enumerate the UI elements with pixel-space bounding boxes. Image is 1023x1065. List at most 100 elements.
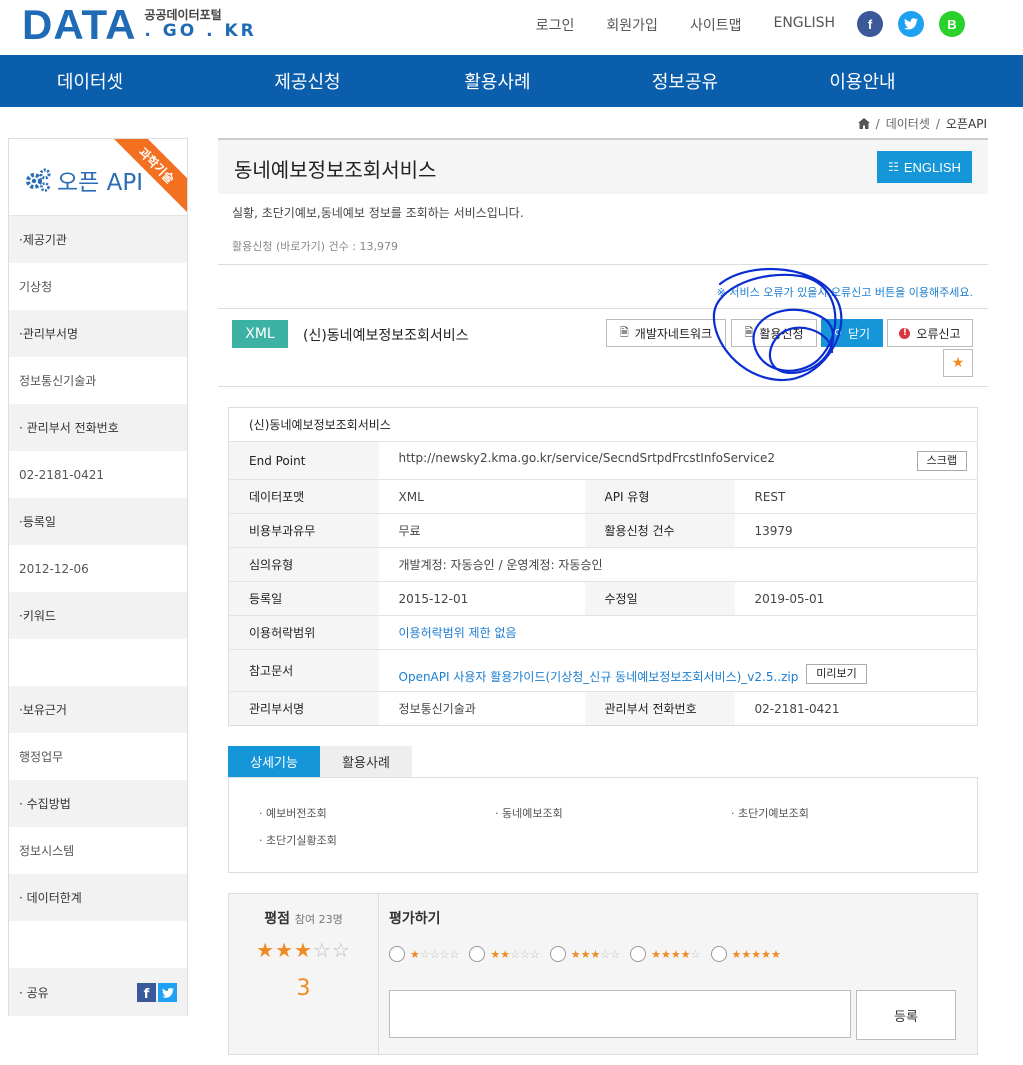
sidebar-value-limit bbox=[9, 921, 187, 968]
service-name: (신)동네예보정보조회서비스 bbox=[303, 328, 469, 344]
fee-value: 무료 bbox=[378, 513, 585, 548]
rate-radio[interactable] bbox=[710, 946, 727, 962]
login-link[interactable]: 로그인 bbox=[536, 15, 575, 35]
star-icon: ★ bbox=[731, 947, 742, 961]
star-icon: ★ bbox=[410, 947, 420, 961]
star-icon: ★ bbox=[256, 938, 276, 962]
favorite-button[interactable]: ★ bbox=[943, 349, 973, 377]
sidebar-label-keyword: ·키워드 bbox=[9, 592, 187, 639]
star-icon: ★ bbox=[490, 947, 501, 961]
facebook-icon[interactable]: f bbox=[857, 11, 883, 37]
sidebar-value-dept: 정보통신기술과 bbox=[9, 357, 187, 404]
scope-link[interactable]: 이용허락범위 제한 없음 bbox=[399, 626, 517, 640]
feature-item[interactable]: · 초단기실황조회 bbox=[259, 832, 337, 848]
mod-date-label: 수정일 bbox=[584, 581, 735, 616]
doc-cell: OpenAPI 사용자 활용가이드(기상청_신규 동네예보정보조회서비스)_v2… bbox=[378, 649, 978, 692]
nav-use-cases[interactable]: 활용사례 bbox=[435, 55, 560, 107]
rate-radio[interactable] bbox=[549, 946, 566, 962]
star-icon: ☆ bbox=[439, 947, 450, 961]
english-link[interactable]: ENGLISH bbox=[773, 15, 835, 35]
rate-option-5[interactable]: ★★★★★ bbox=[710, 946, 781, 962]
rate-option-4[interactable]: ★★★★☆ bbox=[630, 946, 701, 962]
star-icon: ☆ bbox=[529, 947, 540, 961]
service-description: 실황, 초단기예보,동네예보 정보를 조회하는 서비스입니다. bbox=[232, 206, 524, 220]
rate-options: ★☆☆☆☆ ★★☆☆☆ ★★★☆☆ ★★★★☆ ★★★★★ bbox=[389, 946, 781, 962]
title-box: 동네예보정보조회서비스 ☷ ENGLISH bbox=[218, 138, 988, 194]
dept-value: 정보통신기술과 bbox=[378, 691, 585, 726]
home-icon[interactable] bbox=[857, 118, 870, 129]
rate-radio[interactable] bbox=[469, 946, 486, 962]
reg-date-label: 등록일 bbox=[228, 581, 379, 616]
submit-rating-button[interactable]: 등록 bbox=[856, 990, 956, 1040]
sidebar: 오픈 API 과학기술 ·제공기관 기상청 ·관리부서명 정보통신기술과 · 관… bbox=[8, 138, 188, 1016]
nav-provide-request[interactable]: 제공신청 bbox=[180, 55, 435, 107]
star-icon: ☆ bbox=[449, 947, 460, 961]
breadcrumb-openapi: 오픈API bbox=[945, 117, 987, 131]
band-icon[interactable]: B bbox=[939, 11, 965, 37]
tab-use-cases[interactable]: 활용사례 bbox=[320, 746, 412, 777]
sidebar-value-phone: 02-2181-0421 bbox=[9, 451, 187, 498]
signup-link[interactable]: 회원가입 bbox=[606, 15, 658, 35]
document-icon: 🗎 bbox=[619, 325, 629, 339]
endpoint-cell: http://newsky2.kma.go.kr/service/SecndSr… bbox=[378, 441, 978, 480]
top-links: 로그인 회원가입 사이트맵 ENGLISH bbox=[504, 15, 835, 35]
info-caption: (신)동네예보정보조회서비스 bbox=[228, 407, 978, 442]
star-icon: ☆ bbox=[331, 938, 351, 962]
star-icon: ☆ bbox=[510, 947, 520, 961]
dept-label: 관리부서명 bbox=[228, 691, 379, 726]
scrap-button[interactable]: 스크랩 bbox=[916, 450, 967, 471]
sidebar-share-row: · 공유 f bbox=[9, 968, 187, 1016]
star-icon: ★ bbox=[294, 938, 313, 962]
star-icon: ☆ bbox=[610, 947, 621, 961]
scope-label: 이용허락범위 bbox=[228, 615, 379, 650]
sitemap-link[interactable]: 사이트맵 bbox=[690, 15, 742, 35]
logo-domain: . GO . KR bbox=[144, 21, 257, 42]
divider bbox=[218, 386, 988, 387]
review-textarea[interactable] bbox=[389, 990, 851, 1038]
doc-link[interactable]: OpenAPI 사용자 활용가이드(기상청_신규 동네예보정보조회서비스)_v2… bbox=[399, 668, 799, 685]
rating-score: 3 bbox=[296, 976, 311, 1001]
format-value: XML bbox=[378, 479, 585, 514]
share-twitter-icon[interactable] bbox=[158, 983, 177, 1002]
evaluate-label: 평가하기 bbox=[389, 911, 441, 927]
rate-radio[interactable] bbox=[389, 946, 405, 962]
sidebar-label-limit: · 데이터한계 bbox=[9, 874, 187, 921]
rate-radio[interactable] bbox=[630, 946, 647, 962]
api-type-value: REST bbox=[734, 479, 978, 514]
apply-count-value: 13979 bbox=[734, 513, 978, 548]
nav-guide[interactable]: 이용안내 bbox=[810, 55, 915, 107]
star-icon: ★ bbox=[590, 947, 601, 961]
star-icon: ★ bbox=[275, 938, 295, 962]
preview-button[interactable]: 미리보기 bbox=[806, 663, 867, 684]
star-icon: ★ bbox=[771, 947, 781, 961]
apply-count[interactable]: 활용신청 (바로가기) 건수 : 13,979 bbox=[232, 238, 398, 254]
site-logo[interactable]: DATA 공공데이터포털 . GO . KR bbox=[22, 4, 257, 46]
sidebar-value-collection: 정보시스템 bbox=[9, 827, 187, 874]
sidebar-value-provider: 기상청 bbox=[9, 263, 187, 310]
share-facebook-icon[interactable]: f bbox=[137, 983, 156, 1002]
tab-detail-functions[interactable]: 상세기능 bbox=[228, 746, 320, 777]
breadcrumb-dataset[interactable]: 데이터셋 bbox=[886, 115, 930, 132]
feature-item[interactable]: · 초단기예보조회 bbox=[731, 805, 809, 821]
rate-option-3[interactable]: ★★★☆☆ bbox=[549, 946, 621, 962]
nav-info-share[interactable]: 정보공유 bbox=[560, 55, 810, 107]
page-title: 동네예보정보조회서비스 bbox=[234, 158, 437, 182]
star-icon: ★ bbox=[500, 947, 511, 961]
star-icon: ☆ bbox=[429, 947, 440, 961]
sidebar-label-provider: ·제공기관 bbox=[9, 216, 187, 263]
feature-item[interactable]: · 예보버전조회 bbox=[259, 805, 327, 821]
reg-date-value: 2015-12-01 bbox=[378, 581, 585, 616]
feature-item[interactable]: · 동네예보조회 bbox=[495, 805, 563, 821]
error-report-button[interactable]: ! 오류신고 bbox=[887, 319, 973, 347]
rate-option-2[interactable]: ★★☆☆☆ bbox=[469, 946, 540, 962]
divider bbox=[218, 308, 988, 309]
nav-dataset[interactable]: 데이터셋 bbox=[0, 55, 180, 107]
star-icon: ☆ bbox=[520, 947, 530, 961]
sidebar-label-collection: · 수집방법 bbox=[9, 780, 187, 827]
endpoint-url[interactable]: http://newsky2.kma.go.kr/service/SecndSr… bbox=[399, 451, 775, 465]
twitter-icon[interactable] bbox=[898, 11, 924, 37]
english-button[interactable]: ☷ ENGLISH bbox=[877, 151, 972, 183]
phone-value: 02-2181-0421 bbox=[734, 691, 978, 726]
rate-option-1[interactable]: ★☆☆☆☆ bbox=[389, 946, 459, 962]
endpoint-label: End Point bbox=[228, 441, 379, 480]
